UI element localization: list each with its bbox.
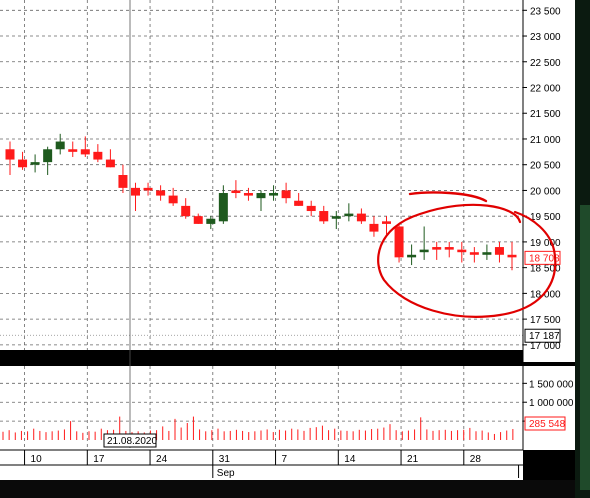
time-tick-label: 10 bbox=[31, 454, 43, 465]
candle-body[interactable] bbox=[294, 200, 304, 206]
candle-body[interactable] bbox=[507, 254, 517, 258]
candle-body[interactable] bbox=[5, 149, 15, 160]
candle-body[interactable] bbox=[281, 190, 291, 199]
candle-body[interactable] bbox=[55, 141, 65, 150]
candle-body[interactable] bbox=[444, 247, 454, 250]
panel-separator bbox=[0, 362, 575, 366]
candle-body[interactable] bbox=[143, 187, 153, 191]
candle-body[interactable] bbox=[93, 151, 103, 160]
candle-body[interactable] bbox=[319, 211, 329, 222]
price-tick-label: 23 000 bbox=[530, 32, 561, 43]
price-tick-label: 21 500 bbox=[530, 109, 561, 120]
candle-body[interactable] bbox=[419, 249, 429, 253]
price-tick-label: 19 000 bbox=[530, 238, 561, 249]
candle-body[interactable] bbox=[131, 187, 140, 196]
candle-body[interactable] bbox=[43, 149, 53, 163]
candle-body[interactable] bbox=[331, 216, 341, 219]
price-tick-label: 18 500 bbox=[530, 264, 561, 275]
price-plot-area[interactable] bbox=[0, 0, 523, 350]
price-tick-label: 22 500 bbox=[530, 58, 561, 69]
time-tick-label: 14 bbox=[344, 454, 356, 465]
candle-body[interactable] bbox=[306, 205, 316, 212]
reference-line-label: 17 187 bbox=[529, 331, 560, 342]
candle-body[interactable] bbox=[269, 193, 279, 196]
candle-body[interactable] bbox=[231, 190, 241, 194]
volume-tick-label: 1 000 000 bbox=[529, 398, 574, 409]
candle-body[interactable] bbox=[193, 216, 203, 224]
bottom-bar bbox=[0, 480, 575, 498]
price-tick-label: 21 000 bbox=[530, 135, 561, 146]
month-label: Oct bbox=[523, 468, 539, 479]
crosshair-date-label: 21.08.2020 bbox=[107, 436, 157, 447]
candle-body[interactable] bbox=[168, 195, 178, 204]
candle-body[interactable] bbox=[394, 226, 404, 258]
window-edge-highlight bbox=[580, 205, 590, 490]
price-tick-label: 20 000 bbox=[530, 186, 561, 197]
price-tick-label: 17 500 bbox=[530, 315, 561, 326]
candle-body[interactable] bbox=[68, 149, 78, 152]
time-tick-label: 31 bbox=[219, 454, 231, 465]
time-tick-label: 28 bbox=[470, 454, 482, 465]
month-label: Sep bbox=[217, 468, 235, 479]
candle-body[interactable] bbox=[344, 213, 354, 217]
candle-body[interactable] bbox=[356, 213, 366, 222]
candle-body[interactable] bbox=[30, 162, 40, 165]
candle-body[interactable] bbox=[218, 193, 228, 222]
candle-body[interactable] bbox=[482, 252, 492, 255]
candle-body[interactable] bbox=[18, 159, 28, 168]
candle-body[interactable] bbox=[369, 223, 379, 232]
time-tick-label: 24 bbox=[156, 454, 168, 465]
time-tick-label: 17 bbox=[93, 454, 105, 465]
chart-canvas: 17 00017 50018 00018 50019 00019 50020 0… bbox=[0, 0, 590, 498]
price-tick-label: 22 000 bbox=[530, 84, 561, 95]
candle-body[interactable] bbox=[469, 252, 479, 255]
price-axis-area[interactable] bbox=[523, 0, 575, 362]
candle-body[interactable] bbox=[156, 190, 166, 196]
candle-body[interactable] bbox=[457, 249, 467, 253]
candle-body[interactable] bbox=[494, 247, 504, 255]
candle-body[interactable] bbox=[105, 159, 115, 168]
time-tick-label: 7 bbox=[282, 454, 288, 465]
candle-body[interactable] bbox=[382, 221, 391, 224]
last-volume-label: 285 548 bbox=[529, 419, 566, 430]
time-tick-label: 21 bbox=[407, 454, 419, 465]
candle-body[interactable] bbox=[118, 175, 128, 188]
price-tick-label: 20 500 bbox=[530, 161, 561, 172]
volume-tick-label: 1 500 000 bbox=[529, 379, 574, 390]
candle-body[interactable] bbox=[407, 254, 417, 258]
candle-body[interactable] bbox=[80, 149, 90, 155]
price-tick-label: 23 500 bbox=[530, 6, 561, 17]
candle-body[interactable] bbox=[432, 247, 442, 250]
candle-body[interactable] bbox=[181, 205, 191, 217]
candle-body[interactable] bbox=[206, 218, 216, 224]
candle-body[interactable] bbox=[256, 193, 266, 199]
candle-body[interactable] bbox=[243, 193, 253, 196]
